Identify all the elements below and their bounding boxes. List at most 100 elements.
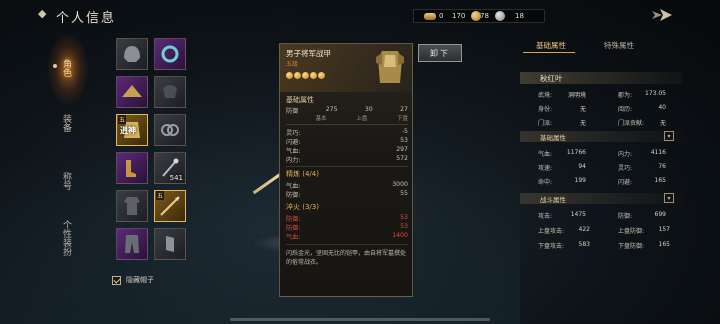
star-icon	[294, 72, 301, 79]
attr-row: 灵巧: -5	[286, 128, 408, 137]
tab-title[interactable]: 称号	[60, 166, 80, 196]
hide-hat-toggle[interactable]: 隐藏帽子	[112, 274, 154, 286]
refine-value: 55	[400, 190, 408, 197]
stat-label: 灵巧:	[618, 165, 633, 172]
refine-title: 精炼 (4/4)	[286, 170, 319, 178]
info-label: 武境:	[538, 92, 553, 99]
info-value: 173.05	[645, 90, 666, 97]
slot-armor[interactable]: 五 逍神	[116, 114, 148, 146]
attr-value: 53	[400, 137, 408, 144]
slot-ring[interactable]	[154, 38, 186, 70]
tab-indicator	[53, 64, 57, 68]
slot-bracer[interactable]	[154, 228, 186, 260]
back-icon[interactable]: ◆	[38, 8, 48, 19]
defense-note: 基本	[315, 116, 327, 122]
shoulder-icon	[163, 85, 177, 98]
defense-notes: 基本 上盘 下盘	[286, 114, 408, 122]
slot-hat[interactable]	[116, 76, 148, 108]
expand-icon[interactable]: ▾	[664, 193, 674, 203]
divider	[286, 124, 408, 125]
stat-label: 内力:	[618, 151, 633, 158]
double-ring-icon	[161, 124, 179, 136]
attr-label: 气血:	[286, 148, 301, 155]
tab-special-attr[interactable]: 特殊属性	[604, 40, 634, 51]
info-value: 40	[658, 104, 666, 111]
refine-label: 气血:	[286, 183, 301, 190]
star-icon	[310, 72, 317, 79]
tab-label: 角色	[61, 59, 71, 77]
temper-value: 53	[400, 214, 408, 221]
tab-character[interactable]: 角色	[60, 48, 80, 88]
tab-label: 个性装扮	[61, 220, 71, 256]
menu-arrow-icon[interactable]	[650, 8, 674, 22]
info-label: 身份:	[538, 106, 553, 113]
info-value: 无	[579, 120, 586, 127]
info-label: 门派:	[538, 120, 553, 127]
tab-underline	[523, 52, 575, 53]
stat-label: 命中:	[538, 179, 553, 186]
basic-attr-title: 基础属性	[540, 134, 566, 142]
slot-helmet[interactable]	[116, 38, 148, 70]
info-value: 洞明境	[567, 92, 586, 99]
ring-icon	[161, 45, 179, 63]
page-title: 个人信息	[56, 11, 117, 26]
silver-coin-icon	[494, 11, 505, 21]
tab-label: 装备	[61, 114, 71, 132]
slot-pants[interactable]	[116, 228, 148, 260]
slot-bracelet[interactable]	[154, 114, 186, 146]
slot-hairpin[interactable]: 541	[154, 152, 186, 184]
slot-robe[interactable]	[116, 190, 148, 222]
item-name: 男子将军战甲	[286, 49, 331, 58]
tab-basic-attr[interactable]: 基础属性	[536, 40, 566, 51]
expand-icon[interactable]: ▾	[664, 131, 674, 141]
refine-row: 气血: 3000	[286, 181, 408, 190]
robe-icon	[124, 197, 140, 215]
slot-shoulder[interactable]	[154, 76, 186, 108]
item-stars	[286, 72, 326, 81]
unequip-button[interactable]: 卸下	[418, 44, 462, 62]
base-attr-title: 基础属性	[286, 96, 314, 104]
currency-value: 0	[439, 12, 444, 20]
temper-label: 防御:	[286, 216, 301, 223]
armor-image-icon	[376, 51, 404, 83]
hide-hat-checkbox[interactable]	[112, 275, 121, 285]
stat-label: 防御:	[618, 213, 633, 220]
slot-grade-tag: 五	[156, 191, 165, 200]
defense-note: 上盘	[356, 116, 368, 122]
character-name: 秋红叶	[540, 74, 563, 83]
attr-row: 气血: 297	[286, 146, 408, 155]
refine-label: 防御:	[286, 192, 301, 199]
slot-badge: 逍神	[120, 126, 136, 135]
info-value: 无	[659, 120, 666, 127]
stat-value: 583	[578, 241, 590, 248]
home-indicator	[230, 318, 490, 321]
tab-outfit[interactable]: 个性装扮	[60, 212, 80, 264]
stat-value: 165	[658, 241, 670, 248]
stat-value: 199	[574, 177, 586, 184]
tab-label: 称号	[61, 172, 71, 190]
attr-row: 闪避: 53	[286, 137, 408, 146]
item-tooltip: 男子将军战甲 五级 基础属性 防御 275 30 27 基本 上盘 下盘 灵巧:…	[279, 43, 413, 297]
item-grade: 五级	[286, 61, 299, 68]
helmet-icon	[124, 46, 140, 62]
currency-value: 170	[452, 12, 466, 20]
bracer-icon	[166, 236, 174, 252]
temper-row: 气血: 1400	[286, 232, 408, 241]
tab-equipment[interactable]: 装备	[60, 108, 80, 138]
pants-icon	[125, 235, 139, 253]
hide-hat-label: 隐藏帽子	[126, 276, 154, 284]
attr-row: 内力: 572	[286, 155, 408, 164]
star-icon	[302, 72, 309, 79]
temper-label: 防御:	[286, 225, 301, 232]
slot-boots[interactable]	[116, 152, 148, 184]
slot-count: 541	[169, 174, 183, 182]
defense-note: 下盘	[396, 116, 408, 122]
stat-value: 1475	[570, 211, 586, 218]
star-icon	[286, 72, 293, 79]
stat-value: 699	[654, 211, 666, 218]
slot-weapon[interactable]: 五	[154, 190, 186, 222]
bamboo-hat-icon	[122, 85, 142, 97]
attr-value: 572	[396, 155, 408, 162]
temper-row: 防御: 53	[286, 214, 408, 223]
stat-value: 4116	[650, 149, 666, 156]
